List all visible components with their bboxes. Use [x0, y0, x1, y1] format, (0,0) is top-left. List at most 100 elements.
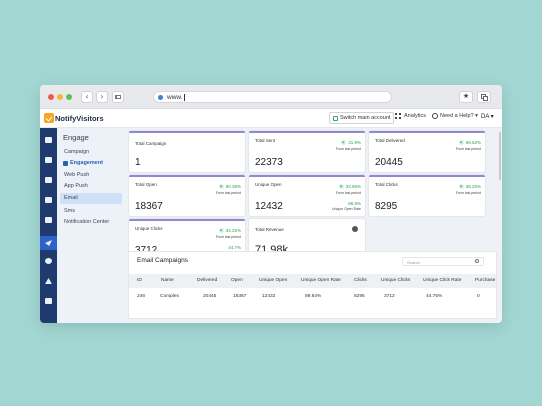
cell-purchase: 0 — [477, 294, 480, 299]
grid-icon — [395, 113, 401, 119]
cell-delivered: 20445 — [203, 294, 217, 299]
sidebar-toggle-icon[interactable] — [112, 91, 124, 103]
cell-unique-clicks: 3712 — [384, 294, 395, 299]
address-bar[interactable]: www. — [153, 91, 392, 103]
stat-change: 96.62% — [458, 140, 481, 145]
menu-item-app-push[interactable]: App Push — [64, 183, 88, 189]
column-header-unique-click-rate[interactable]: Unique Click Rate — [423, 278, 461, 283]
alert-icon[interactable] — [45, 278, 52, 284]
stat-change-value: 35.25% — [465, 184, 481, 189]
switch-account-label: Switch main account — [340, 115, 391, 121]
stat-value: 12432 — [255, 201, 283, 212]
stat-rate-value: 89.8% — [348, 201, 361, 206]
switch-account-button[interactable]: Switch main account — [329, 112, 395, 124]
help-label: Need a Help? ▾ — [440, 113, 478, 119]
stat-value: 1 — [135, 157, 141, 168]
stat-label: Total Campaign — [135, 141, 167, 146]
stat-value: 20445 — [375, 157, 403, 168]
menu-item-sms[interactable]: Sms — [64, 208, 75, 214]
stat-change-caption: From last period — [455, 191, 481, 195]
search-icon[interactable] — [475, 259, 479, 263]
stat-card-total-sent: Total Sent 31.9% From last period 22373 — [249, 131, 365, 172]
menu-item-email[interactable]: Email — [60, 193, 122, 204]
trend-up-icon — [341, 140, 347, 145]
home-icon[interactable] — [45, 157, 52, 163]
menu-item-notification-center[interactable]: Notification Center — [64, 219, 109, 225]
help-icon — [432, 113, 438, 119]
column-header-purchase[interactable]: Purchase — [475, 278, 495, 283]
user-menu[interactable]: DA ▾ — [481, 113, 494, 120]
stat-label: Total Sent — [255, 138, 276, 143]
stat-change-caption: From last period — [215, 191, 241, 195]
column-header-unique-clicks[interactable]: Unique Clicks — [381, 278, 410, 283]
menu-item-campaign[interactable]: Campaign — [64, 149, 89, 155]
browser-chrome: ‹ › www. ★ — [40, 85, 502, 109]
layout-icon[interactable] — [45, 217, 52, 223]
close-window-icon[interactable] — [48, 94, 54, 100]
trend-up-icon — [338, 184, 344, 189]
minimize-window-icon[interactable] — [57, 94, 63, 100]
dashboard-icon[interactable] — [45, 137, 52, 143]
browser-window: ‹ › www. ★ NotifyVisitors Switch main ac… — [40, 85, 502, 323]
cell-clicks: 8295 — [354, 294, 365, 299]
stat-change: 33.95% — [338, 184, 361, 189]
stat-label: Unique Clicks — [135, 226, 163, 231]
info-icon[interactable] — [352, 226, 358, 232]
stat-rate-value: 44.7% — [228, 245, 241, 250]
app-logo[interactable]: NotifyVisitors — [44, 113, 104, 123]
cell-id: 246 — [137, 294, 146, 299]
column-header-name[interactable]: Name — [161, 278, 174, 283]
stat-change-caption: From last period — [215, 235, 241, 239]
column-header-delivered[interactable]: Delivered — [197, 278, 217, 283]
stat-change-value: 34.25% — [225, 228, 241, 233]
site-info-icon[interactable] — [158, 94, 163, 100]
trend-up-icon — [458, 140, 464, 145]
engage-send-icon[interactable] — [40, 236, 57, 250]
analytics-link[interactable]: Analytics — [395, 113, 426, 119]
tabs-overview-icon[interactable] — [477, 91, 491, 103]
stat-value: 22373 — [255, 157, 283, 168]
stat-change: 90.39% — [218, 184, 241, 189]
document-icon[interactable] — [45, 298, 52, 304]
cell-name[interactable]: Complex — [160, 294, 179, 299]
help-menu[interactable]: Need a Help? ▾ — [432, 113, 478, 119]
switch-icon — [333, 115, 338, 121]
chart-icon[interactable] — [45, 177, 52, 183]
trend-up-icon — [458, 184, 464, 189]
stat-label: Total Open — [135, 182, 157, 187]
menu-title: Engage — [63, 133, 89, 142]
email-campaigns-table: Email Campaigns Search ID Name Delivered… — [129, 252, 496, 318]
stat-label: Total Revenue — [255, 227, 284, 232]
stat-change-caption: From last period — [335, 191, 361, 195]
stat-change: 31.9% — [341, 140, 361, 145]
url-text: www. — [167, 93, 183, 101]
forward-button[interactable]: › — [96, 91, 108, 103]
cell-unique-click-rate: 44.75% — [426, 294, 443, 299]
analytics-label: Analytics — [404, 113, 427, 119]
menu-item-web-push[interactable]: Web Push — [64, 172, 89, 178]
column-header-id[interactable]: ID — [137, 278, 142, 283]
content-scrollbar[interactable] — [499, 132, 501, 180]
stat-change-value: 31.9% — [348, 140, 361, 145]
logo-text: NotifyVisitors — [55, 113, 104, 123]
maximize-window-icon[interactable] — [66, 94, 72, 100]
cell-unique-open: 12432 — [262, 294, 276, 299]
menu-item-engagement[interactable]: Engagement — [63, 160, 103, 166]
column-header-clicks[interactable]: Clicks — [354, 278, 367, 283]
column-header-open[interactable]: Open — [231, 278, 243, 283]
app-header: NotifyVisitors Switch main account Analy… — [40, 109, 502, 128]
stat-card-total-clicks: Total Clicks 35.25% From last period 829… — [369, 175, 485, 216]
stat-change-value: 90.39% — [225, 184, 241, 189]
stat-change-value: 33.95% — [345, 184, 361, 189]
stat-rate-caption: Unique Open Rate — [332, 207, 361, 211]
stat-change: 34.25% — [218, 228, 241, 233]
users-icon[interactable] — [45, 197, 52, 203]
column-header-unique-open[interactable]: Unique Open — [259, 278, 287, 283]
bookmark-star-icon[interactable]: ★ — [459, 91, 473, 103]
column-header-unique-open-rate[interactable]: Unique Open Rate — [301, 278, 341, 283]
cell-unique-open-rate: 89.84% — [305, 294, 322, 299]
target-icon[interactable] — [45, 258, 52, 264]
table-header-row: ID Name Delivered Open Unique Open Uniqu… — [129, 274, 496, 288]
search-input[interactable]: Search — [402, 257, 484, 266]
back-button[interactable]: ‹ — [81, 91, 93, 103]
